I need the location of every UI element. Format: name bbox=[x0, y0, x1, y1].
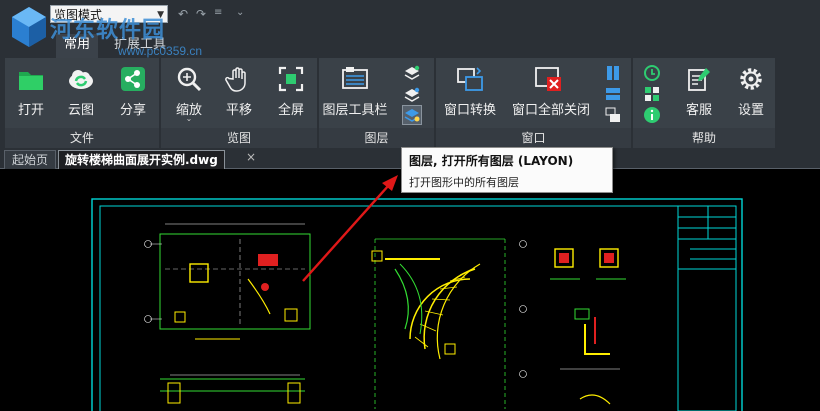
layer-off-icon[interactable] bbox=[403, 86, 421, 104]
fullscreen-icon bbox=[278, 66, 304, 92]
quick-access-menu-icon[interactable]: ≡ bbox=[214, 7, 222, 18]
layer-on-icon[interactable] bbox=[403, 64, 421, 82]
info-icon[interactable] bbox=[643, 106, 661, 124]
title-bar: 览图模式 ▼ ↶ ↷ ≡ ⌄ 常用 扩展工具 河东软件园 www.pc0359.… bbox=[0, 0, 820, 58]
close-all-label: 窗口全部关闭 bbox=[512, 103, 591, 118]
share-icon bbox=[121, 67, 145, 91]
tab-common[interactable]: 常用 bbox=[56, 34, 98, 58]
fullscreen-button[interactable]: 全屏 bbox=[265, 62, 317, 122]
stair-elevation-lower bbox=[160, 374, 305, 404]
ribbon: 打开 云图 分享 文件 缩放 ⌄ 平移 全屏 览图 图层工具栏 图层 窗口转换 … bbox=[0, 58, 820, 148]
group-layer-label: 图层 bbox=[319, 128, 434, 148]
group-file: 打开 云图 分享 文件 bbox=[5, 58, 160, 148]
spiral-stair-plan bbox=[371, 238, 527, 409]
redo-icon[interactable]: ↷ bbox=[196, 7, 206, 21]
update-icon[interactable] bbox=[643, 64, 661, 82]
gear-icon bbox=[740, 68, 762, 90]
tooltip-description: 打开图形中的所有图层 bbox=[409, 176, 519, 189]
layer-open-all-icon[interactable] bbox=[402, 105, 422, 125]
chevron-down-icon: ▼ bbox=[157, 10, 164, 20]
tile-horizontal-icon[interactable] bbox=[604, 85, 622, 103]
group-window-label: 窗口 bbox=[436, 128, 631, 148]
layer-toolbar-label: 图层工具栏 bbox=[322, 103, 388, 118]
fullscreen-label: 全屏 bbox=[277, 103, 304, 118]
magnifier-icon bbox=[177, 67, 202, 92]
app-logo-icon bbox=[12, 7, 46, 47]
group-view-label: 览图 bbox=[161, 128, 317, 148]
title-block bbox=[677, 205, 737, 411]
stair-plan-left bbox=[144, 223, 311, 340]
group-window: 窗口转换 窗口全部关闭 窗口 bbox=[436, 58, 632, 148]
tab-active-drawing[interactable]: 旋转楼梯曲面展开实例.dwg bbox=[58, 150, 225, 169]
tooltip-title: 图层, 打开所有图层 (LAYON) bbox=[409, 154, 574, 168]
stair-details-right bbox=[550, 248, 626, 405]
layer-toolbar-icon bbox=[342, 67, 368, 89]
settings-label: 设置 bbox=[737, 103, 764, 118]
undo-icon[interactable]: ↶ bbox=[178, 7, 188, 21]
cloud-sync-icon bbox=[69, 70, 93, 89]
service-icon bbox=[688, 68, 710, 91]
tile-vertical-icon[interactable] bbox=[604, 64, 622, 82]
window-switch-button[interactable]: 窗口转换 bbox=[444, 62, 496, 122]
window-switch-label: 窗口转换 bbox=[443, 103, 496, 118]
window-switch-icon bbox=[457, 67, 483, 91]
group-help: 客服 设置 帮助 bbox=[633, 58, 776, 148]
cad-drawing bbox=[91, 198, 743, 411]
window-close-all-icon bbox=[535, 67, 561, 91]
hand-pan-icon bbox=[225, 67, 246, 92]
view-mode-select[interactable]: 览图模式 ▼ bbox=[50, 5, 168, 23]
undo-dropdown-icon[interactable]: ⌄ bbox=[236, 7, 244, 18]
layer-toolbar-button[interactable]: 图层工具栏 bbox=[322, 62, 388, 122]
cascade-icon[interactable] bbox=[604, 106, 622, 124]
layer-tooltip: 图层, 打开所有图层 (LAYON) 打开图形中的所有图层 bbox=[401, 147, 613, 193]
view-mode-value: 览图模式 bbox=[54, 8, 103, 22]
settings-button[interactable]: 设置 bbox=[725, 62, 777, 122]
tab-start-page[interactable]: 起始页 bbox=[4, 150, 57, 169]
drawing-canvas[interactable] bbox=[0, 169, 820, 411]
group-layer: 图层工具栏 图层 bbox=[319, 58, 435, 148]
share-button[interactable]: 分享 bbox=[107, 62, 159, 122]
close-icon[interactable]: × bbox=[246, 150, 256, 164]
tab-extensions[interactable]: 扩展工具 bbox=[114, 34, 166, 58]
apps-grid-icon[interactable] bbox=[643, 85, 661, 103]
group-help-label: 帮助 bbox=[633, 128, 775, 148]
close-all-windows-button[interactable]: 窗口全部关闭 bbox=[512, 62, 590, 122]
folder-open-icon bbox=[19, 72, 43, 90]
group-view: 缩放 ⌄ 平移 全屏 览图 bbox=[161, 58, 318, 148]
group-file-label: 文件 bbox=[5, 128, 159, 148]
